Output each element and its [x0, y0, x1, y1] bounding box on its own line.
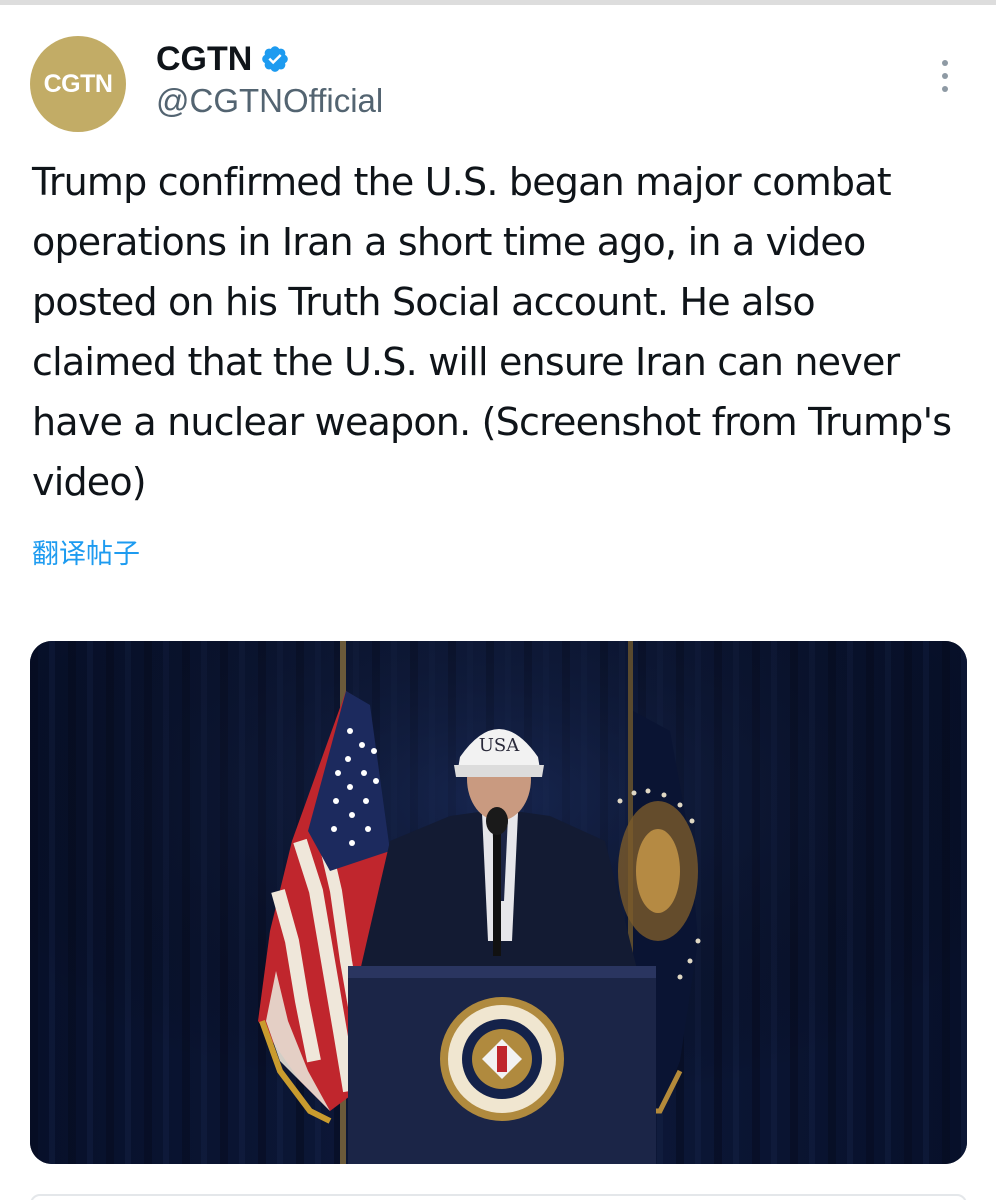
media-illustration: USA [30, 641, 967, 1164]
cap-text: USA [479, 735, 521, 756]
tweet-page: CGTN CGTN @CGTNOfficial Trump confirmed … [0, 0, 996, 1200]
display-name[interactable]: CGTN [156, 40, 252, 79]
avatar[interactable]: CGTN [30, 36, 126, 132]
author-name-row[interactable]: CGTN [156, 38, 290, 80]
user-handle[interactable]: @CGTNOfficial [156, 82, 383, 120]
podium [348, 966, 656, 1164]
post-media-image[interactable]: USA [30, 641, 967, 1164]
verified-badge-icon [262, 46, 289, 72]
dot [942, 60, 948, 66]
post-text: Trump confirmed the U.S. began major com… [32, 160, 952, 504]
avatar-logo-text: CGTN [43, 69, 113, 98]
divider [0, 0, 996, 5]
dot [942, 73, 948, 79]
dot [942, 86, 948, 92]
next-card-edge [30, 1194, 967, 1200]
more-options-icon[interactable] [930, 58, 960, 94]
translate-post-link[interactable]: 翻译帖子 [32, 532, 140, 571]
